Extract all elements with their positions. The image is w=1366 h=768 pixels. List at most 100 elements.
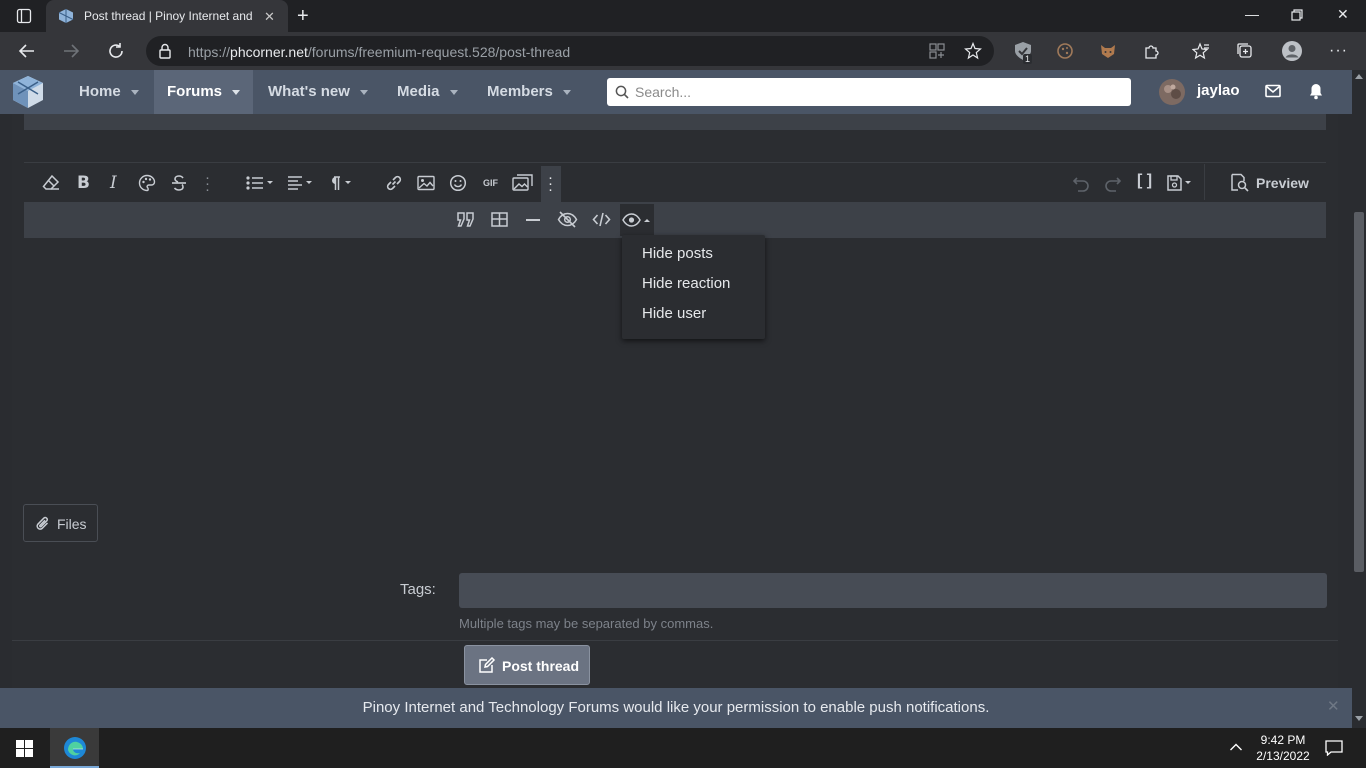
menu-item-hide-reaction[interactable]: Hide reaction — [642, 275, 730, 292]
text-color-icon[interactable] — [138, 174, 156, 192]
gif-icon[interactable]: GIF — [483, 178, 498, 188]
attach-files-button[interactable]: Files — [23, 504, 98, 542]
extension-badge: 1 — [1023, 54, 1033, 64]
search-input[interactable] — [635, 78, 1115, 106]
show-hidden-icons-icon[interactable] — [1229, 742, 1243, 752]
site-logo-icon[interactable] — [10, 74, 46, 110]
clear-formatting-icon[interactable] — [42, 174, 60, 192]
tags-hint: Multiple tags may be separated by commas… — [459, 616, 714, 631]
collections-icon[interactable] — [1236, 42, 1254, 60]
more-insert-options-icon[interactable]: · · · — [548, 170, 553, 197]
site-favicon-icon — [58, 8, 74, 24]
chevron-down-icon[interactable] — [359, 89, 368, 95]
scroll-down-icon[interactable] — [1355, 716, 1363, 721]
new-tab-icon[interactable]: + — [297, 5, 309, 28]
chevron-down-icon[interactable] — [449, 89, 458, 95]
smilie-icon[interactable] — [449, 174, 467, 192]
post-thread-button[interactable]: Post thread — [464, 645, 590, 685]
drafts-icon[interactable] — [1166, 174, 1194, 192]
bold-icon[interactable]: B — [77, 173, 90, 193]
taskbar-edge-button[interactable] — [50, 728, 99, 768]
nav-members-label: Members — [487, 83, 553, 100]
nav-forums[interactable]: Forums — [154, 70, 253, 114]
nav-forums-label: Forums — [167, 83, 223, 100]
profile-avatar-icon[interactable] — [1281, 40, 1303, 62]
username[interactable]: jaylao — [1197, 82, 1240, 99]
bell-icon[interactable] — [1309, 83, 1323, 100]
insert-table-icon[interactable] — [491, 212, 508, 227]
window-close-icon[interactable]: ✕ — [1337, 6, 1349, 23]
title-field[interactable] — [24, 114, 1326, 130]
toolbar-divider — [1204, 164, 1205, 200]
tab-title: Post thread | Pinoy Internet and — [84, 9, 253, 23]
extensions-puzzle-icon[interactable] — [1143, 42, 1161, 60]
edit-icon — [478, 657, 496, 674]
list-icon[interactable] — [246, 175, 276, 191]
minimize-icon[interactable]: — — [1245, 6, 1259, 22]
horizontal-line-icon[interactable] — [526, 219, 540, 221]
tab-close-icon[interactable]: ✕ — [264, 9, 275, 25]
insert-image-icon[interactable] — [417, 175, 435, 191]
search-icon — [615, 85, 629, 99]
refresh-icon[interactable] — [107, 42, 125, 60]
nav-media[interactable]: Media — [383, 70, 473, 114]
user-avatar[interactable] — [1158, 78, 1186, 106]
tab-actions-icon[interactable] — [16, 8, 32, 24]
media-gallery-icon[interactable] — [512, 173, 534, 193]
settings-more-icon[interactable]: ··· — [1329, 42, 1348, 60]
nav-media-label: Media — [397, 83, 440, 100]
italic-icon[interactable]: I — [110, 173, 117, 193]
nav-home-label: Home — [79, 83, 121, 100]
code-icon[interactable] — [592, 211, 611, 228]
back-icon[interactable] — [18, 42, 36, 60]
nav-whats-new[interactable]: What's new — [253, 70, 383, 114]
hide-eye-icon[interactable] — [622, 212, 652, 228]
nav-members[interactable]: Members — [473, 70, 593, 114]
restore-icon[interactable] — [1291, 9, 1303, 21]
undo-icon[interactable] — [1072, 174, 1090, 192]
preview-icon[interactable] — [1230, 173, 1250, 192]
strikethrough-icon[interactable] — [170, 174, 188, 192]
push-close-icon[interactable]: ✕ — [1327, 697, 1340, 715]
site-search-box[interactable] — [607, 78, 1131, 106]
menu-item-hide-posts[interactable]: Hide posts — [642, 245, 713, 262]
edge-browser-icon — [62, 735, 88, 761]
files-label: Files — [57, 516, 87, 532]
editor-toolbar — [24, 162, 1326, 202]
paragraph-format-icon[interactable] — [326, 174, 356, 192]
paperclip-icon — [36, 516, 50, 532]
spoiler-hide-icon[interactable] — [557, 211, 578, 228]
extension-fox-icon[interactable] — [1099, 42, 1117, 60]
extension-cookie-icon[interactable] — [1056, 42, 1074, 60]
action-center-icon[interactable] — [1325, 740, 1343, 756]
menu-item-hide-user[interactable]: Hide user — [642, 305, 706, 322]
forward-icon[interactable] — [62, 42, 80, 60]
chevron-down-icon[interactable] — [130, 89, 139, 95]
chevron-down-icon[interactable] — [232, 89, 241, 95]
quote-icon[interactable] — [456, 211, 475, 228]
link-icon[interactable] — [385, 174, 403, 192]
lock-icon[interactable] — [158, 43, 172, 59]
chevron-down-icon[interactable] — [562, 89, 571, 95]
nav-whats-new-label: What's new — [268, 83, 350, 100]
app-available-icon[interactable] — [929, 43, 945, 59]
toggle-bbcode-icon[interactable]: [ ] — [1137, 172, 1152, 190]
inbox-icon[interactable] — [1265, 84, 1281, 98]
clock-time: 9:42 PM — [1260, 733, 1306, 747]
form-divider — [12, 640, 1338, 641]
redo-icon[interactable] — [1104, 174, 1122, 192]
windows-start-icon[interactable] — [16, 740, 33, 757]
align-icon[interactable] — [287, 175, 317, 191]
scrollbar-thumb[interactable] — [1354, 212, 1364, 572]
add-favorite-icon[interactable] — [964, 42, 982, 60]
preview-button[interactable]: Preview — [1256, 175, 1309, 191]
tags-input[interactable] — [459, 573, 1327, 608]
favorites-icon[interactable] — [1192, 42, 1210, 60]
url-text[interactable]: https://phcorner.net/forums/freemium-req… — [188, 44, 570, 60]
scroll-up-icon[interactable] — [1355, 74, 1363, 79]
clock-date: 2/13/2022 — [1256, 749, 1310, 763]
more-text-options-icon[interactable]: · · · — [205, 170, 210, 197]
nav-home[interactable]: Home — [70, 70, 154, 114]
browser-tab[interactable]: Post thread | Pinoy Internet and ✕ — [46, 0, 288, 32]
taskbar-clock[interactable]: 9:42 PM 2/13/2022 — [1254, 732, 1312, 764]
